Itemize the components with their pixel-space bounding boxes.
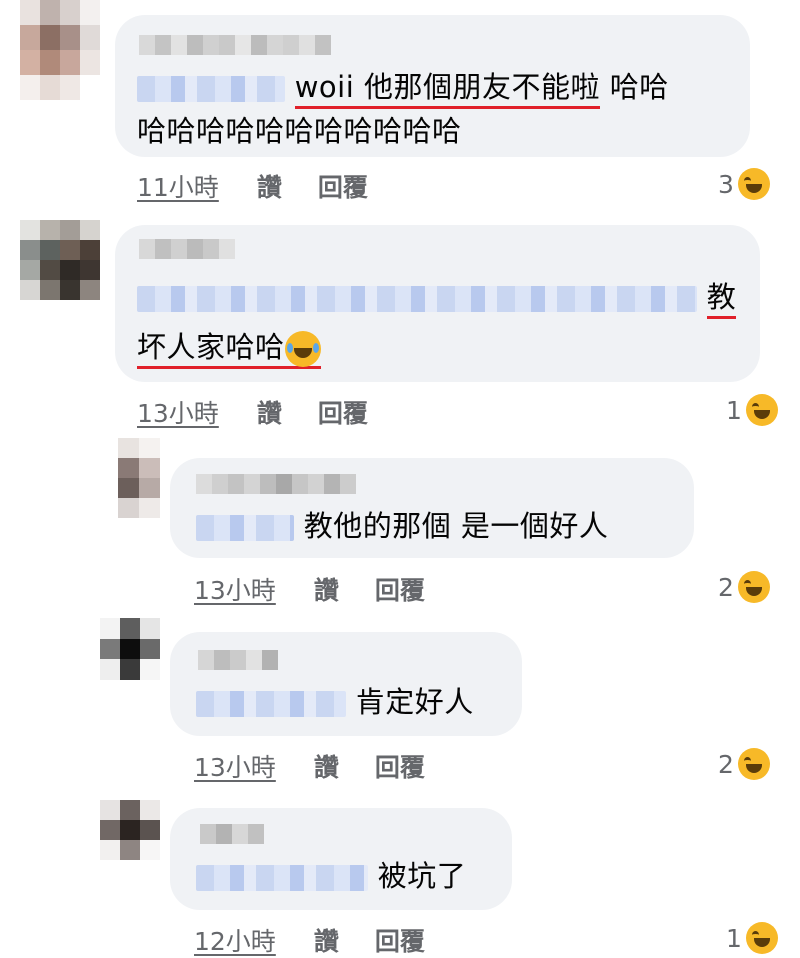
reaction-count: 2 [718, 749, 734, 779]
commenter-name-blurred[interactable] [200, 824, 264, 844]
reaction-count: 1 [726, 923, 742, 953]
laughing-emoji-icon [737, 168, 770, 200]
like-button[interactable]: 讚 [257, 168, 282, 204]
avatar[interactable] [100, 800, 160, 860]
mention-blurred[interactable] [137, 76, 285, 102]
timestamp-link[interactable]: 13小時 [137, 394, 219, 430]
avatar[interactable] [20, 220, 100, 300]
timestamp-link[interactable]: 13小時 [194, 748, 276, 784]
reply-bubble: 被坑了 [170, 808, 512, 910]
comment-meta: 13小時 讚 回覆 [194, 571, 425, 607]
comment-meta: 13小時 讚 回覆 [137, 394, 368, 430]
comment-meta: 12小時 讚 回覆 [194, 922, 425, 958]
avatar[interactable] [20, 0, 100, 100]
like-button[interactable]: 讚 [314, 922, 339, 958]
timestamp-link[interactable]: 12小時 [194, 922, 276, 958]
reaction-summary[interactable]: 1 [726, 394, 778, 426]
commenter-name-blurred[interactable] [196, 474, 356, 494]
reaction-count: 3 [718, 169, 734, 199]
timestamp-link[interactable]: 11小時 [137, 168, 219, 204]
mention-blurred[interactable] [196, 515, 294, 541]
comment-text: 被坑了 [196, 856, 466, 897]
laughing-emoji-icon [745, 922, 778, 954]
reply-button[interactable]: 回覆 [318, 168, 368, 204]
reply-button[interactable]: 回覆 [375, 922, 425, 958]
reply-button[interactable]: 回覆 [375, 748, 425, 784]
mention-blurred[interactable] [196, 865, 368, 891]
like-button[interactable]: 讚 [314, 748, 339, 784]
comment-text: 教 [137, 277, 737, 319]
mention-blurred[interactable] [196, 691, 346, 717]
commenter-name-blurred[interactable] [198, 650, 278, 670]
comment-text-line2: 哈哈哈哈哈哈哈哈哈哈哈 [137, 114, 462, 148]
like-button[interactable]: 讚 [314, 571, 339, 607]
commenter-name-blurred[interactable] [139, 35, 331, 55]
tears-of-joy-emoji-icon [284, 331, 321, 367]
reply-bubble: 教他的那個 是一個好人 [170, 458, 694, 558]
laughing-emoji-icon [737, 571, 770, 603]
comment-meta: 13小時 讚 回覆 [194, 748, 425, 784]
reaction-summary[interactable]: 2 [718, 571, 770, 603]
reaction-summary[interactable]: 2 [718, 748, 770, 780]
reaction-summary[interactable]: 1 [726, 922, 778, 954]
like-button[interactable]: 讚 [257, 394, 282, 430]
comment-text-line2: 坏人家哈哈 [137, 327, 321, 369]
reply-button[interactable]: 回覆 [318, 394, 368, 430]
comment-text: woii 他那個朋友不能啦 哈哈 [137, 67, 669, 109]
reaction-summary[interactable]: 3 [718, 168, 770, 200]
comment-text: 教他的那個 是一個好人 [196, 506, 608, 547]
reaction-count: 2 [718, 572, 734, 602]
laughing-emoji-icon [745, 394, 778, 426]
comment-text: 肯定好人 [196, 682, 474, 723]
laughing-emoji-icon [737, 748, 770, 780]
avatar[interactable] [100, 618, 160, 680]
reply-bubble: 肯定好人 [170, 632, 522, 736]
avatar[interactable] [118, 438, 160, 518]
comment-bubble: 教 坏人家哈哈 [115, 225, 760, 382]
comment-meta: 11小時 讚 回覆 [137, 168, 368, 204]
reaction-count: 1 [726, 395, 742, 425]
comment-text-underlined: 坏人家哈哈 [137, 330, 285, 364]
comment-text-underlined: woii 他那個朋友不能啦 [294, 70, 601, 109]
comment-text-underlined: 教 [706, 280, 737, 319]
commenter-name-blurred[interactable] [139, 239, 235, 259]
comment-bubble: woii 他那個朋友不能啦 哈哈 哈哈哈哈哈哈哈哈哈哈哈 [115, 15, 750, 157]
timestamp-link[interactable]: 13小時 [194, 571, 276, 607]
reply-button[interactable]: 回覆 [375, 571, 425, 607]
mention-blurred[interactable] [137, 286, 697, 312]
